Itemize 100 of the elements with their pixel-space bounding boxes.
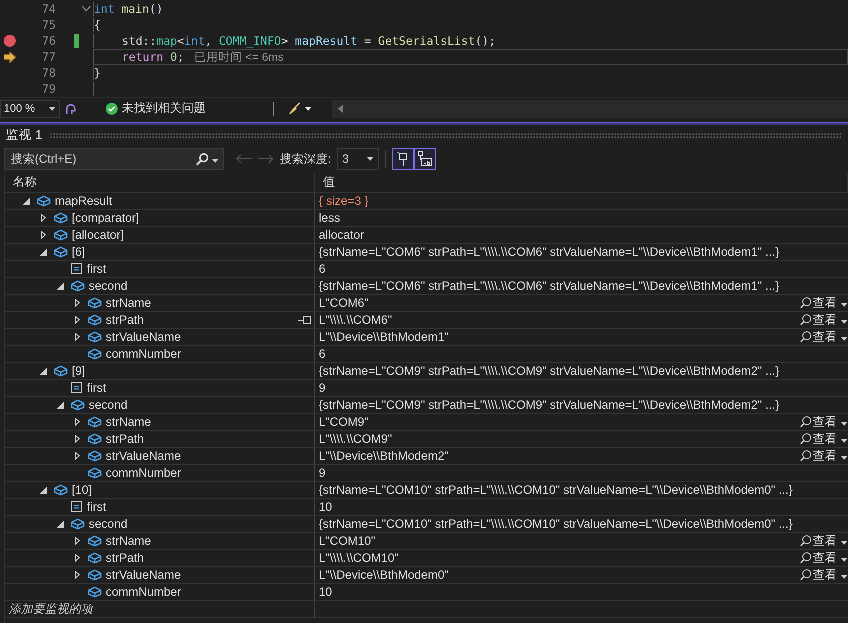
add-watch-field[interactable]: 添加要监视的项 [5,601,315,618]
caret-icon [841,456,848,460]
watch-name-cell[interactable]: commNumber [5,465,315,481]
watch-name-cell[interactable]: commNumber [5,346,315,362]
variable-value: 6 [319,347,327,361]
expand-toggle[interactable] [72,315,82,325]
expand-toggle[interactable] [72,570,82,580]
view-button[interactable]: 查看 [798,312,848,328]
variable-name: [9] [72,364,86,378]
variable-value: {strName=L"COM9" strPath=L"\\\\.\\COM9" strValueName=L"\\Device\\BthModem2" ...} [319,398,781,412]
watch-name-cell[interactable]: strValueName [5,448,315,464]
watch-name-cell[interactable]: [10] [5,482,315,498]
expand-toggle[interactable] [21,196,31,206]
expand-toggle[interactable] [38,485,48,495]
expand-toggle[interactable] [38,230,48,240]
code-token: (); [475,34,496,48]
expand-toggle[interactable] [38,213,48,223]
expand-toggle[interactable] [72,298,82,308]
pin-text-button[interactable] [414,148,436,170]
variable-value: L"COM6" [319,296,370,310]
field-icon [71,382,83,394]
expand-toggle[interactable] [38,247,48,257]
expand-toggle[interactable] [72,451,82,461]
cube-icon [88,416,102,428]
variable-name: commNumber [106,347,182,361]
variable-value: L"\\\\.\\COM10" [319,551,400,565]
variable-name: first [87,381,106,395]
view-button[interactable]: 查看 [798,448,848,464]
pin-icon[interactable] [298,316,312,325]
variable-name: commNumber [106,585,182,599]
view-button[interactable]: 查看 [798,295,848,311]
expand-toggle[interactable] [55,281,65,291]
watch-name-cell[interactable]: strPath [5,431,315,447]
watch-name-cell[interactable]: [allocator] [5,227,315,243]
line-number: 78 [41,66,56,80]
variable-name: commNumber [106,466,182,480]
expand-toggle[interactable] [72,332,82,342]
cube-icon [54,246,68,258]
caret-icon [841,541,848,545]
cube-icon [88,450,102,462]
expand-toggle[interactable] [55,400,65,410]
watch-name-cell[interactable]: second [5,397,315,413]
watch-name-cell[interactable]: strPath [5,312,315,328]
breakpoint-icon[interactable] [4,35,16,47]
watch-name-cell[interactable]: second [5,516,315,532]
watch-name-cell[interactable]: [9] [5,363,315,379]
cube-icon [54,212,68,224]
watch-name-cell[interactable]: first [5,499,315,515]
expand-toggle[interactable] [72,553,82,563]
search-icon [800,552,812,564]
watch-name-cell[interactable]: [6] [5,244,315,260]
column-header[interactable]: 名称 [5,173,315,192]
expand-toggle[interactable] [38,366,48,376]
cube-icon [88,586,102,598]
code-token: int [94,2,115,16]
search-field[interactable]: 搜索(Ctrl+E) [4,148,224,170]
line-number: 74 [41,2,56,16]
watch-name-cell[interactable]: first [5,380,315,396]
variable-value: L"\\Device\\BthModem1" [319,330,450,344]
view-button[interactable]: 查看 [798,414,848,430]
expanded-triangle-icon [40,248,46,256]
variable-name: [6] [72,245,86,259]
expanded-triangle-icon [40,368,46,374]
expand-toggle[interactable] [72,434,82,444]
watch-name-cell[interactable]: second [5,278,315,294]
watch-name-cell[interactable]: mapResult [5,193,315,209]
watch-name-cell[interactable]: strName [5,414,315,430]
code-token: ; [177,50,184,64]
scroll-left-icon[interactable] [338,104,343,112]
view-button[interactable]: 查看 [798,533,848,549]
variable-name: first [87,262,106,276]
variable-value: {strName=L"COM9" strPath=L"\\\\.\\COM9" strValueName=L"\\Device\\BthModem2" ...} [319,364,781,378]
watch-name-cell[interactable]: strName [5,533,315,549]
expanded-triangle-icon [56,520,64,528]
depth-dropdown[interactable]: 3 [337,148,380,170]
search-icon [800,535,812,547]
pin-filter-button[interactable] [392,148,414,170]
watch-name-cell[interactable]: first [5,261,315,277]
watch-name-cell[interactable]: strName [5,295,315,311]
cube-icon [88,467,102,479]
watch-name-cell[interactable]: commNumber [5,584,315,600]
view-button[interactable]: 查看 [798,550,848,566]
expand-toggle[interactable] [72,536,82,546]
watch-name-cell[interactable]: strValueName [5,329,315,345]
search-input[interactable]: 搜索(Ctrl+E) [9,151,196,167]
code-token: GetSerialsList [378,34,476,48]
cube-icon [54,229,68,241]
watch-name-cell[interactable]: [comparator] [5,210,315,226]
watch-name-cell[interactable]: strValueName [5,567,315,583]
watch-name-cell[interactable]: strPath [5,550,315,566]
zoom-dropdown[interactable]: 100 % [0,100,60,118]
view-button[interactable]: 查看 [798,329,848,345]
expand-toggle[interactable] [72,417,82,427]
code-token: mapResult [295,34,358,48]
caret-icon [841,303,848,307]
view-button[interactable]: 查看 [798,431,848,447]
expand-toggle[interactable] [55,519,65,529]
fold-icon[interactable] [82,6,90,12]
view-button[interactable]: 查看 [798,567,848,583]
column-header[interactable]: 值 [315,173,848,192]
